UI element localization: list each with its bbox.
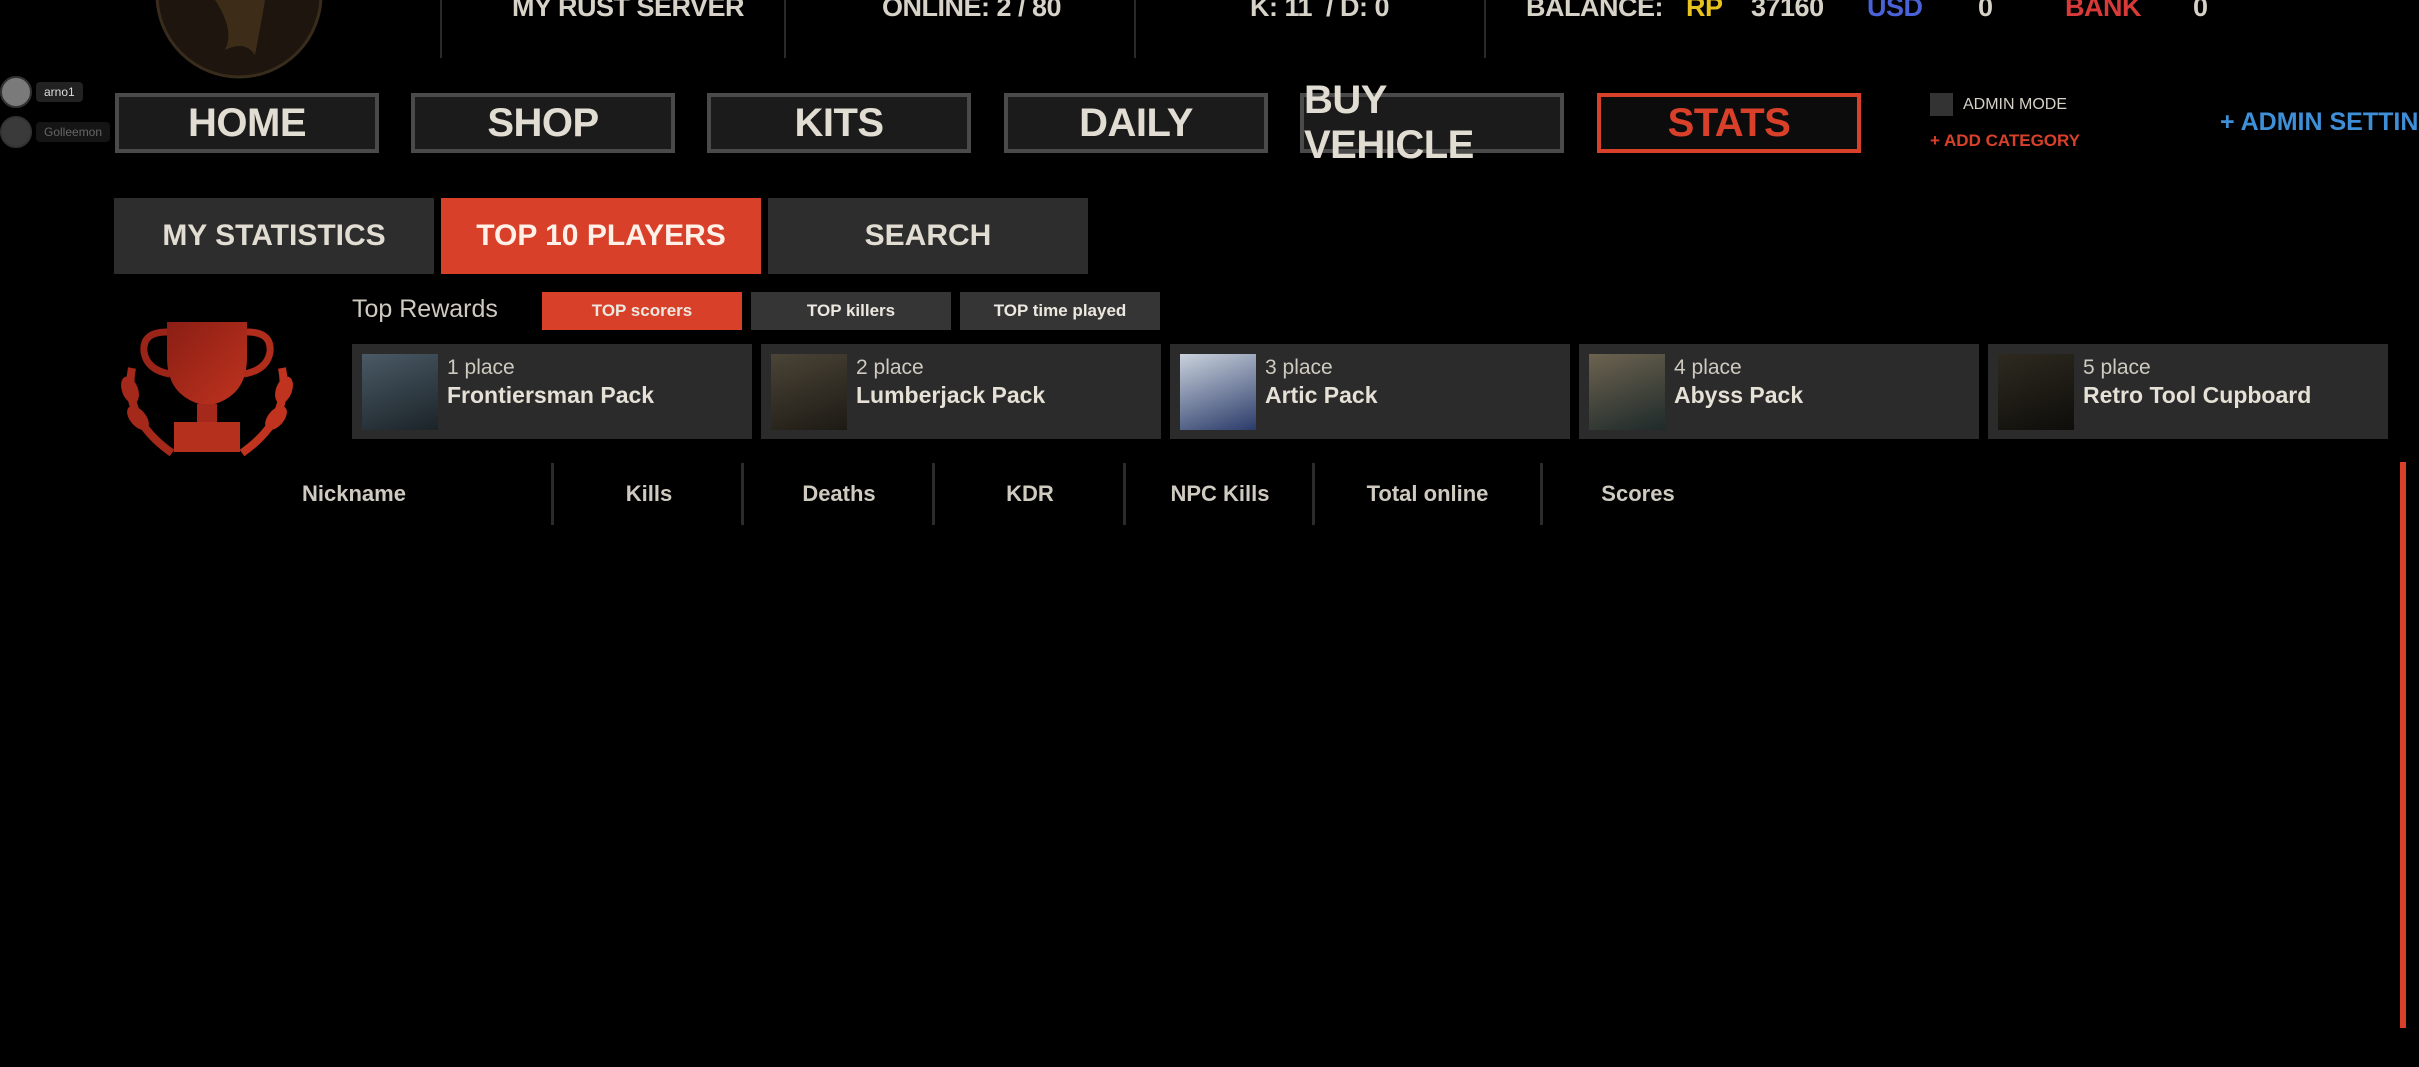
admin-mode-checkbox[interactable] — [1930, 93, 1953, 116]
column-header-deaths: Deaths — [802, 481, 876, 506]
reward-place: 1 place — [447, 356, 515, 379]
reward-name: Frontiersman Pack — [447, 382, 655, 408]
usd-value: 0 — [1978, 0, 1993, 22]
reward-name: Artic Pack — [1265, 382, 1378, 408]
bank-value: 0 — [2193, 0, 2208, 22]
column-header-kills: Kills — [625, 481, 673, 506]
reward-place: 2 place — [856, 356, 924, 379]
column-header-scores: Scores — [1601, 481, 1675, 506]
reward-image — [362, 354, 438, 430]
player-item[interactable]: arno1 — [0, 74, 83, 110]
tab-top-10-players[interactable]: TOP 10 PLAYERS — [441, 198, 761, 274]
kill-death-stat: K: 11 / D: 0 — [1250, 0, 1390, 22]
reward-name: Abyss Pack — [1674, 382, 1804, 408]
nav-stats-button[interactable]: STATS — [1597, 93, 1861, 153]
usd-label: USD — [1867, 0, 1923, 22]
reward-place: 4 place — [1674, 356, 1742, 379]
avatar — [0, 76, 32, 108]
reward-name: Lumberjack Pack — [856, 382, 1046, 408]
column-header-nickname: Nickname — [302, 481, 406, 506]
reward-image — [771, 354, 847, 430]
nav-shop-button[interactable]: SHOP — [411, 93, 675, 153]
reward-card[interactable]: 5 place Retro Tool Cupboard — [1988, 344, 2388, 439]
player-name: arno1 — [36, 82, 83, 102]
filter-top-scorers[interactable]: TOP scorers — [542, 292, 742, 330]
reward-name: Retro Tool Cupboard — [2083, 382, 2312, 408]
online-count: ONLINE: 2 / 80 — [882, 0, 1062, 22]
top-rewards-title: Top Rewards — [352, 295, 498, 323]
filter-top-killers[interactable]: TOP killers — [751, 292, 951, 330]
reward-image — [1589, 354, 1665, 430]
avatar — [0, 116, 32, 148]
server-name: MY RUST SERVER — [512, 0, 745, 22]
admin-mode-label: ADMIN MODE — [1963, 96, 2067, 113]
reward-image — [1998, 354, 2074, 430]
scrollbar[interactable] — [2400, 462, 2406, 1028]
tab-my-statistics[interactable]: MY STATISTICS — [114, 198, 434, 274]
reward-card[interactable]: 4 place Abyss Pack — [1579, 344, 1979, 439]
player-name: Golleemon — [36, 122, 111, 142]
rp-label: RP — [1686, 0, 1723, 22]
filter-top-time-played[interactable]: TOP time played — [960, 292, 1160, 330]
rp-value: 37160 — [1751, 0, 1824, 22]
server-logo — [145, 0, 333, 80]
player-item[interactable]: Golleemon — [0, 114, 111, 150]
nav-daily-button[interactable]: DAILY — [1004, 93, 1268, 153]
nav-kits-button[interactable]: KITS — [707, 93, 971, 153]
add-category-button[interactable]: + ADD CATEGORY — [1930, 131, 2080, 151]
column-header-npc-kills: NPC Kills — [1170, 481, 1270, 506]
trophy-icon — [112, 318, 302, 468]
reward-place: 5 place — [2083, 356, 2151, 379]
reward-card[interactable]: 3 place Artic Pack — [1170, 344, 1570, 439]
balance-label: BALANCE: — [1526, 0, 1664, 22]
bank-label: BANK — [2065, 0, 2142, 22]
reward-image — [1180, 354, 1256, 430]
reward-place: 3 place — [1265, 356, 1333, 379]
column-header-kdr: KDR — [1006, 481, 1054, 506]
nav-home-button[interactable]: HOME — [115, 93, 379, 153]
reward-card[interactable]: 1 place Frontiersman Pack — [352, 344, 752, 439]
tab-search[interactable]: SEARCH — [768, 198, 1088, 274]
reward-card[interactable]: 2 place Lumberjack Pack — [761, 344, 1161, 439]
admin-settings-button[interactable]: + ADMIN SETTINGS — [2220, 108, 2419, 137]
column-header-total-online: Total online — [1366, 481, 1489, 506]
nav-buy-vehicle-button[interactable]: BUY VEHICLE — [1300, 78, 1564, 167]
